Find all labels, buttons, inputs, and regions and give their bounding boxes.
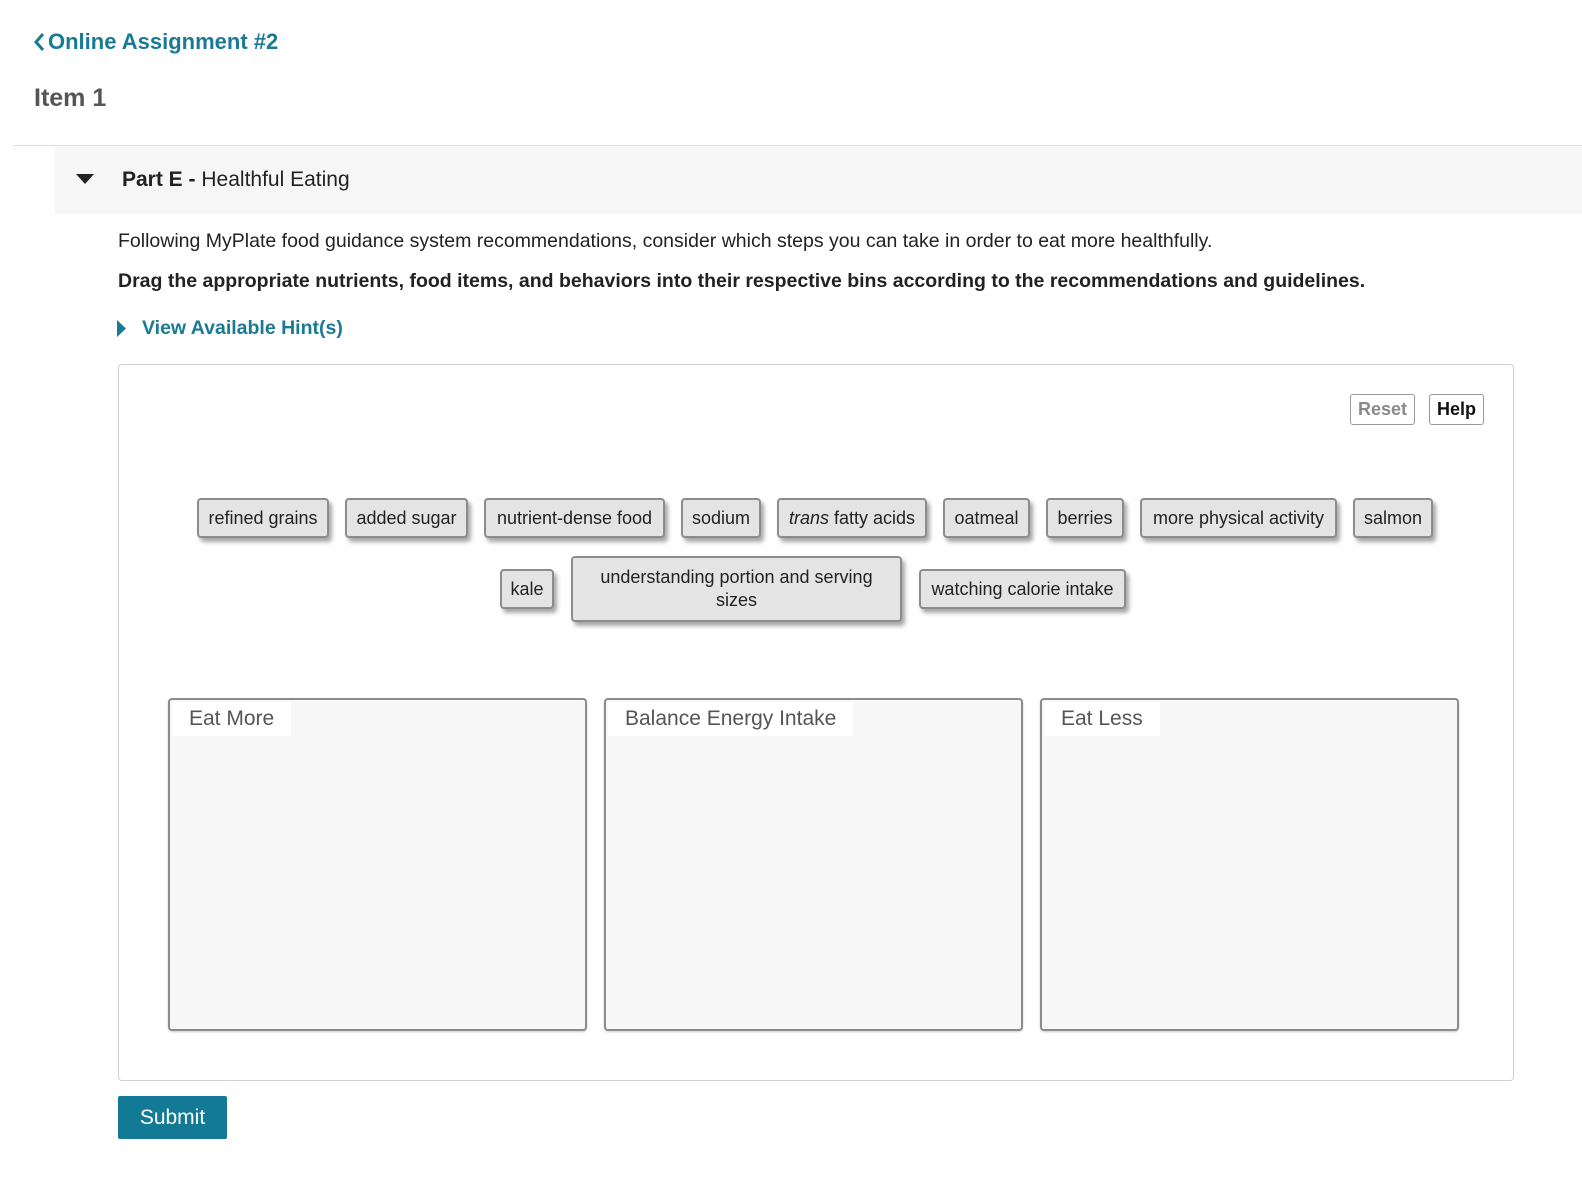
- bin-balance-energy-label: Balance Energy Intake: [608, 702, 854, 736]
- part-prefix: Part E -: [122, 168, 196, 191]
- bin-eat-more-label: Eat More: [172, 702, 292, 736]
- tile-added-sugar[interactable]: added sugar: [345, 498, 468, 538]
- submit-button[interactable]: Submit: [118, 1096, 227, 1139]
- bin-balance-energy-intake[interactable]: Balance Energy Intake: [604, 698, 1023, 1031]
- view-hints-toggle[interactable]: View Available Hint(s): [117, 317, 343, 340]
- back-to-assignment-link[interactable]: Online Assignment #2: [33, 29, 278, 55]
- bin-eat-less[interactable]: Eat Less: [1040, 698, 1459, 1031]
- tile-kale[interactable]: kale: [500, 569, 554, 609]
- tile-salmon[interactable]: salmon: [1353, 498, 1433, 538]
- bin-eat-more[interactable]: Eat More: [168, 698, 587, 1031]
- help-button[interactable]: Help: [1429, 394, 1485, 425]
- tile-more-physical-activity[interactable]: more physical activity: [1140, 498, 1337, 538]
- tile-refined-grains[interactable]: refined grains: [197, 498, 329, 538]
- tile-oatmeal[interactable]: oatmeal: [943, 498, 1030, 538]
- back-link-label: Online Assignment #2: [48, 29, 279, 54]
- item-title: Item 1: [34, 84, 107, 112]
- tile-watching-calorie-intake[interactable]: watching calorie intake: [919, 569, 1126, 609]
- view-hints-label: View Available Hint(s): [142, 317, 343, 339]
- tile-nutrient-dense-food[interactable]: nutrient-dense food: [484, 498, 665, 538]
- question-task: Drag the appropriate nutrients, food ite…: [118, 270, 1366, 292]
- part-header[interactable]: Part E - Healthful Eating: [55, 146, 1582, 214]
- bin-eat-less-label: Eat Less: [1044, 702, 1160, 736]
- reset-button[interactable]: Reset: [1350, 394, 1416, 425]
- chevron-left-icon: [34, 33, 45, 51]
- tile-trans-rest: fatty acids: [834, 507, 916, 528]
- tile-trans-italic: trans: [788, 507, 829, 528]
- question-instructions: Following MyPlate food guidance system r…: [118, 230, 1213, 252]
- tile-sodium[interactable]: sodium: [681, 498, 761, 538]
- tile-understanding-portion[interactable]: understanding portion and serving sizes: [571, 556, 902, 622]
- caret-right-icon: [117, 320, 126, 337]
- part-title: Part E - Healthful Eating: [122, 168, 350, 192]
- part-name: Healthful Eating: [201, 168, 350, 191]
- caret-down-icon: [76, 174, 94, 184]
- drag-drop-workspace: Reset Help refined grains added sugar nu…: [118, 364, 1514, 1081]
- tile-trans-fatty-acids[interactable]: trans fatty acids: [777, 498, 927, 538]
- tile-berries[interactable]: berries: [1046, 498, 1124, 538]
